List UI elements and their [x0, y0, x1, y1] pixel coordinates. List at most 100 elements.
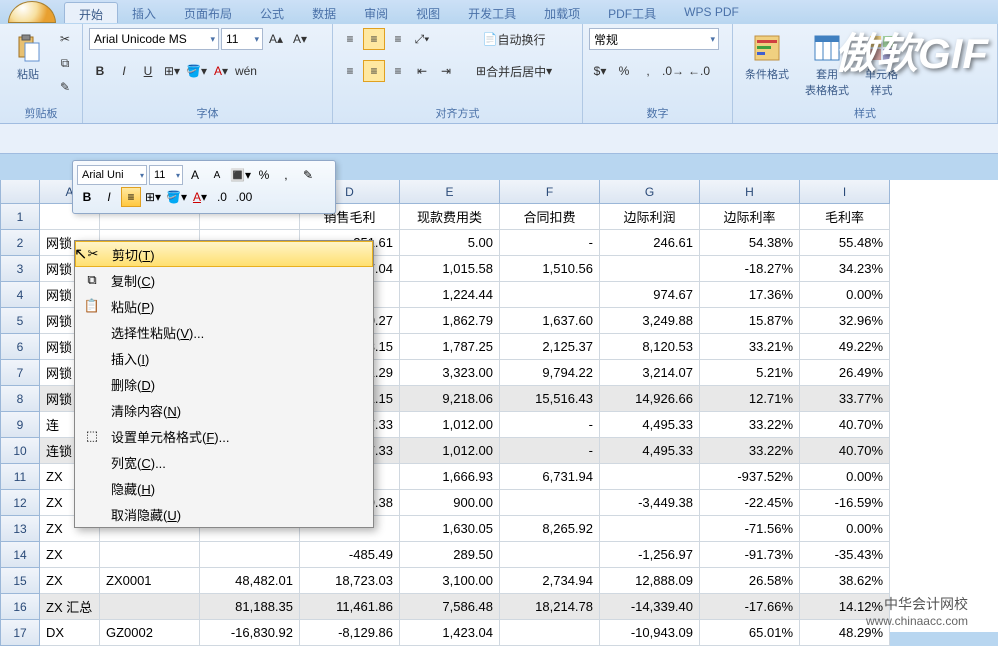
cell[interactable]	[600, 256, 700, 282]
cell[interactable]: 4,495.33	[600, 438, 700, 464]
cell[interactable]: 边际利润	[600, 204, 700, 230]
context-menu-item[interactable]: ⧉复制(C)	[75, 267, 373, 293]
cell[interactable]: 3,100.00	[400, 568, 500, 594]
ribbon-tab[interactable]: 加载项	[530, 2, 594, 23]
ribbon-tab[interactable]: 审阅	[350, 2, 402, 23]
mini-inc-dec[interactable]: .0	[212, 187, 232, 207]
align-right[interactable]: ≡	[387, 60, 409, 82]
row-header[interactable]: 16	[0, 594, 40, 620]
cell[interactable]: 289.50	[400, 542, 500, 568]
orientation[interactable]: ⤢▾	[411, 28, 433, 50]
row-header[interactable]: 6	[0, 334, 40, 360]
cell[interactable]: -	[500, 230, 600, 256]
bold-button[interactable]: B	[89, 60, 111, 82]
cell[interactable]: 15,516.43	[500, 386, 600, 412]
cell[interactable]: 33.77%	[800, 386, 890, 412]
cell[interactable]: 1,224.44	[400, 282, 500, 308]
cell[interactable]: 14,926.66	[600, 386, 700, 412]
copy-button[interactable]: ⧉	[54, 52, 76, 74]
cell[interactable]: 合同扣费	[500, 204, 600, 230]
indent-inc[interactable]: ⇥	[435, 60, 457, 82]
cell[interactable]: 8,265.92	[500, 516, 600, 542]
ribbon-tab[interactable]: WPS PDF	[670, 2, 753, 23]
row-header[interactable]: 14	[0, 542, 40, 568]
cell[interactable]: 1,630.05	[400, 516, 500, 542]
row-header[interactable]: 5	[0, 308, 40, 334]
cell[interactable]	[200, 542, 300, 568]
context-menu-item[interactable]: ⬚设置单元格格式(F)...	[75, 423, 373, 449]
cell[interactable]: 65.01%	[700, 620, 800, 646]
merge-center[interactable]: ⊞ 合并后居中 ▾	[469, 60, 559, 82]
cell[interactable]: 9,218.06	[400, 386, 500, 412]
indent-dec[interactable]: ⇤	[411, 60, 433, 82]
context-menu-item[interactable]: 隐藏(H)	[75, 475, 373, 501]
align-bot[interactable]: ≡	[387, 28, 409, 50]
cell[interactable]: 33.22%	[700, 438, 800, 464]
row-header[interactable]: 15	[0, 568, 40, 594]
cell[interactable]: 3,323.00	[400, 360, 500, 386]
cell[interactable]: 5.00	[400, 230, 500, 256]
row-header[interactable]: 11	[0, 464, 40, 490]
cell[interactable]: 7,586.48	[400, 594, 500, 620]
phonetic-button[interactable]: wén	[234, 60, 258, 82]
mini-shrink-font[interactable]: A	[207, 165, 227, 185]
cell[interactable]: 3,214.07	[600, 360, 700, 386]
cell[interactable]: 1,423.04	[400, 620, 500, 646]
cell[interactable]: 现款费用类	[400, 204, 500, 230]
cell[interactable]: 40.70%	[800, 438, 890, 464]
cell[interactable]: 12.71%	[700, 386, 800, 412]
cell[interactable]: 0.00%	[800, 516, 890, 542]
cell[interactable]: ZX 汇总	[40, 594, 100, 620]
row-header[interactable]: 2	[0, 230, 40, 256]
cell[interactable]	[100, 542, 200, 568]
cell[interactable]: 1,787.25	[400, 334, 500, 360]
cell[interactable]: 26.58%	[700, 568, 800, 594]
cell[interactable]: 6,731.94	[500, 464, 600, 490]
context-menu-item[interactable]: 📋粘贴(P)	[75, 293, 373, 319]
mini-italic[interactable]: I	[99, 187, 119, 207]
context-menu-item[interactable]: 列宽(C)...	[75, 449, 373, 475]
context-menu-item[interactable]: 选择性粘贴(V)...	[75, 319, 373, 345]
cell[interactable]: 9,794.22	[500, 360, 600, 386]
cell[interactable]: 1,637.60	[500, 308, 600, 334]
cell[interactable]: 1,012.00	[400, 438, 500, 464]
cell[interactable]: 246.61	[600, 230, 700, 256]
cell[interactable]: 1,015.58	[400, 256, 500, 282]
cell[interactable]: 12,888.09	[600, 568, 700, 594]
mini-comma[interactable]: ,	[276, 165, 296, 185]
inc-decimal[interactable]: .0→	[661, 60, 685, 82]
cell[interactable]: 毛利率	[800, 204, 890, 230]
cell[interactable]: -71.56%	[700, 516, 800, 542]
ribbon-tab[interactable]: 插入	[118, 2, 170, 23]
mini-percent[interactable]: %	[254, 165, 274, 185]
cell[interactable]: 40.70%	[800, 412, 890, 438]
mini-font[interactable]: Arial Uni	[77, 165, 147, 185]
cell[interactable]: -16,830.92	[200, 620, 300, 646]
border-button[interactable]: ⊞▾	[161, 60, 183, 82]
cell[interactable]: 18,214.78	[500, 594, 600, 620]
row-header[interactable]: 8	[0, 386, 40, 412]
cell[interactable]: 17.36%	[700, 282, 800, 308]
cell[interactable]: 49.22%	[800, 334, 890, 360]
cell[interactable]: -17.66%	[700, 594, 800, 620]
number-format-select[interactable]: 常规	[589, 28, 719, 50]
cell[interactable]: -485.49	[300, 542, 400, 568]
cell[interactable]: -8,129.86	[300, 620, 400, 646]
grow-font[interactable]: A▴	[265, 28, 287, 50]
mini-styles-icon[interactable]: 🔳▾	[229, 165, 252, 185]
ribbon-tab[interactable]: PDF工具	[594, 2, 670, 23]
select-all-button[interactable]	[0, 180, 40, 204]
row-header[interactable]: 10	[0, 438, 40, 464]
cell[interactable]: -91.73%	[700, 542, 800, 568]
cell[interactable]: -18.27%	[700, 256, 800, 282]
row-header[interactable]: 3	[0, 256, 40, 282]
mini-grow-font[interactable]: A	[185, 165, 205, 185]
accounting-format[interactable]: $▾	[589, 60, 611, 82]
ribbon-tab[interactable]: 开始	[64, 2, 118, 23]
cell[interactable]: 34.23%	[800, 256, 890, 282]
cell[interactable]: 5.21%	[700, 360, 800, 386]
percent-format[interactable]: %	[613, 60, 635, 82]
cell[interactable]: -14,339.40	[600, 594, 700, 620]
cell[interactable]: 1,666.93	[400, 464, 500, 490]
cell[interactable]: -10,943.09	[600, 620, 700, 646]
